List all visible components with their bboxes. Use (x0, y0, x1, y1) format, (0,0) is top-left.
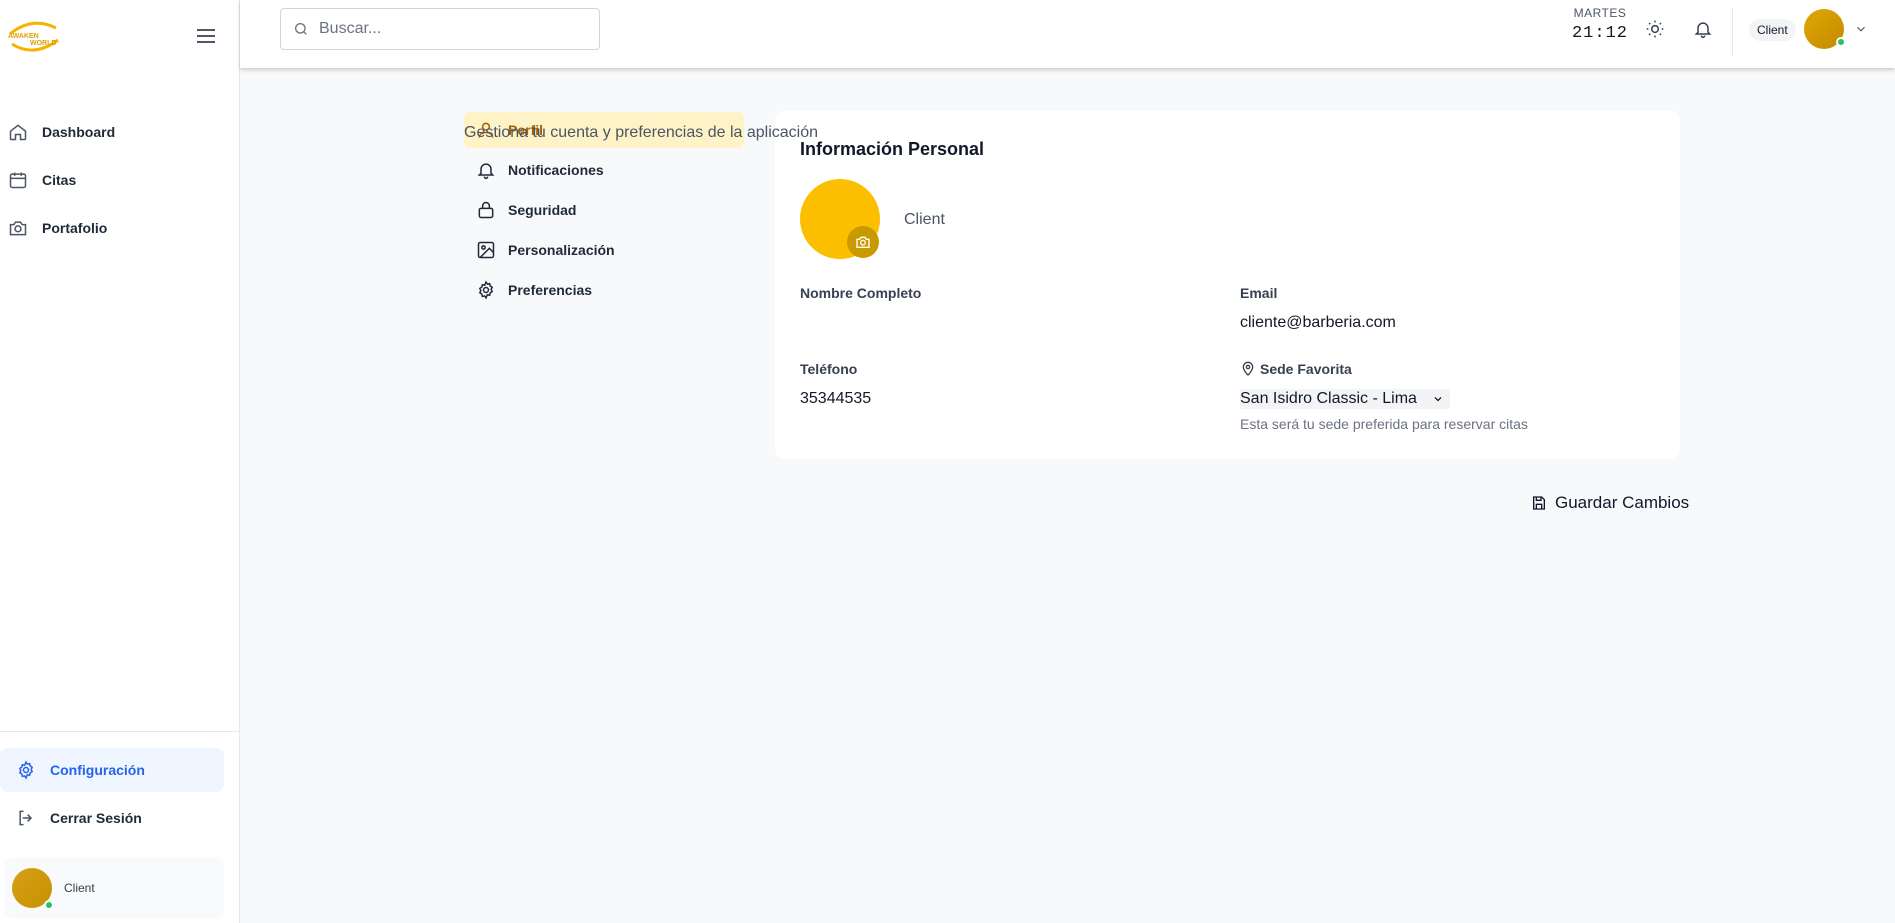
sidebar-user-card[interactable]: Client (4, 857, 224, 919)
full-name-label: Nombre Completo (800, 285, 922, 301)
map-pin-icon (1242, 361, 1254, 376)
online-status-dot (44, 900, 54, 910)
tab-notificaciones[interactable]: Notificaciones (464, 152, 744, 188)
brand-logo[interactable]: AWAKEN WORLD (4, 14, 64, 58)
header-avatar[interactable] (1804, 9, 1846, 49)
lock-icon (478, 201, 494, 219)
chevron-down-icon[interactable] (1854, 19, 1870, 39)
gear-icon (18, 760, 34, 780)
sidebar-item-label: Portafolio (42, 220, 108, 236)
clock-day: MARTES (1573, 6, 1627, 20)
save-icon (1533, 496, 1545, 510)
profile-name: Client (904, 211, 945, 228)
sidebar-item-label: Dashboard (42, 124, 116, 140)
header-divider (1732, 8, 1733, 56)
branch-select-value: San Isidro Classic - Lima (1240, 390, 1417, 407)
chevron-down-icon (1434, 397, 1442, 402)
sidebar: AWAKEN WORLD Dashboard Citas Portafolio … (0, 0, 240, 923)
hamburger-menu-icon[interactable] (192, 24, 220, 48)
search-input[interactable] (319, 20, 579, 38)
card-title: Información Personal (800, 139, 985, 159)
sidebar-item-dashboard[interactable]: Dashboard (0, 108, 240, 156)
branch-hint: Esta será tu sede preferida para reserva… (1240, 416, 1528, 432)
svg-text:WORLD: WORLD (30, 40, 56, 47)
tab-preferencias[interactable]: Preferencias (464, 272, 744, 308)
tab-label: Personalización (508, 242, 615, 258)
tab-seguridad[interactable]: Seguridad (464, 192, 744, 228)
camera-icon (856, 236, 870, 248)
email-label: Email (1240, 285, 1278, 301)
tab-label: Seguridad (508, 202, 577, 218)
branch-select[interactable]: San Isidro Classic - Lima (1240, 389, 1450, 409)
email-field[interactable]: cliente@barberia.com (1240, 314, 1396, 332)
branch-label-text: Sede Favorita (1260, 361, 1352, 377)
tab-label: Notificaciones (508, 162, 604, 178)
page-subtitle: Gestiona tu cuenta y preferencias de la … (464, 124, 818, 141)
sidebar-item-portafolio[interactable]: Portafolio (0, 204, 240, 252)
tab-personalizacion[interactable]: Personalización (464, 232, 744, 268)
logout-icon (19, 810, 33, 826)
tab-label: Preferencias (508, 282, 593, 298)
top-header: MARTES 21:12 Client (240, 0, 1895, 68)
sidebar-divider (0, 731, 240, 732)
online-status-dot (1836, 37, 1846, 47)
camera-icon (9, 221, 27, 236)
change-photo-button[interactable] (847, 226, 879, 258)
user-name: Client (64, 881, 95, 895)
theme-toggle-sun-icon[interactable] (1643, 17, 1667, 41)
gear-icon (478, 280, 494, 300)
home-icon (9, 124, 27, 141)
logout-button[interactable]: Cerrar Sesión (0, 796, 224, 840)
svg-text:AWAKEN: AWAKEN (8, 33, 39, 40)
save-label: Guardar Cambios (1555, 493, 1690, 512)
avatar (12, 868, 54, 910)
search-icon (295, 23, 307, 35)
image-icon (477, 241, 495, 259)
calendar-icon (9, 172, 27, 189)
sidebar-item-configuracion[interactable]: Configuración (0, 748, 224, 792)
search-bar (280, 8, 600, 50)
personal-info-card: Información Personal Client Nombre Compl… (775, 111, 1680, 459)
bell-icon (477, 163, 495, 180)
logout-label: Cerrar Sesión (50, 810, 142, 826)
phone-label: Teléfono (800, 361, 858, 377)
branch-label: Sede Favorita (1240, 361, 1352, 377)
clock-time: 21:12 (1571, 24, 1628, 43)
notifications-bell-icon[interactable] (1691, 17, 1715, 41)
settings-tabs: Perfil Notificaciones Seguridad Personal… (464, 112, 744, 312)
clock: MARTES 21:12 (1550, 6, 1650, 43)
save-button[interactable]: Guardar Cambios (1531, 491, 1689, 515)
full-name-field[interactable] (800, 314, 1180, 336)
role-badge: Client (1749, 19, 1796, 41)
sidebar-item-label: Configuración (50, 762, 145, 778)
phone-field[interactable]: 35344535 (800, 390, 871, 408)
sidebar-nav: Dashboard Citas Portafolio (0, 108, 240, 252)
sidebar-item-label: Citas (42, 172, 77, 188)
sidebar-item-citas[interactable]: Citas (0, 156, 240, 204)
